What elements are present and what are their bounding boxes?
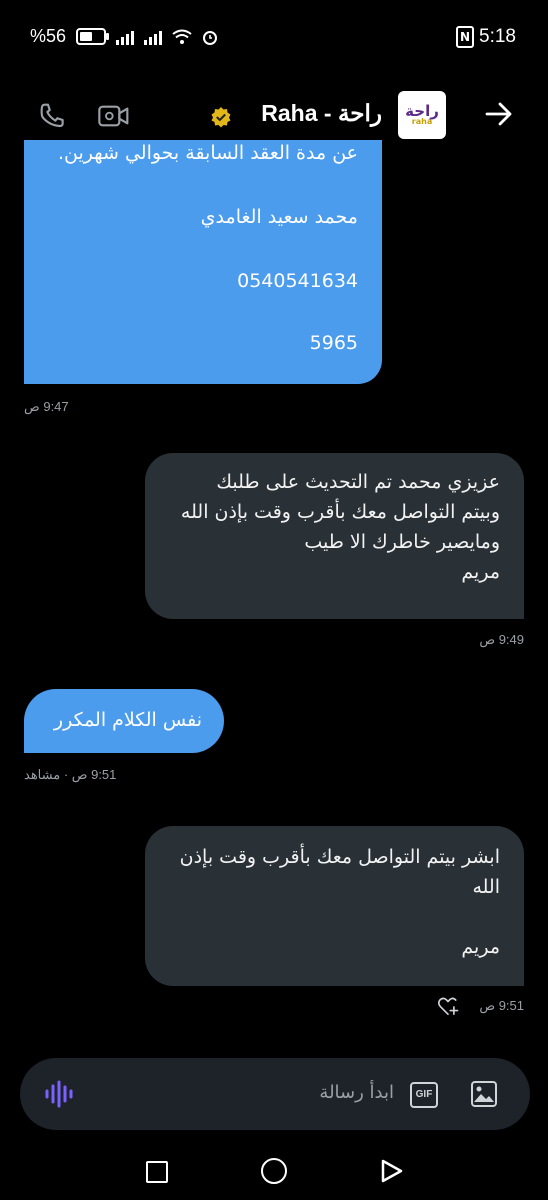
logo-text: راحة <box>405 102 439 120</box>
voice-message-icon[interactable] <box>44 1080 74 1108</box>
status-left: %56 <box>30 26 218 47</box>
signal-icon <box>116 29 135 45</box>
message-text: 5965 <box>309 332 358 354</box>
phone-icon[interactable] <box>36 100 68 132</box>
message-bubble-outgoing[interactable]: عزيزي محمد تم التحديث على طلبك وبيتم الت… <box>145 453 524 619</box>
message-text: ابشر بيتم التواصل معك بأقرب وقت بإذن الل… <box>179 846 500 958</box>
message-time: 9:49 ص <box>479 632 524 647</box>
chat-title[interactable]: Raha - راحة <box>261 100 382 127</box>
message-composer[interactable]: ابدأ رسالة GIF <box>20 1058 530 1130</box>
forward-arrow-icon[interactable] <box>484 100 514 128</box>
signal-icon-2 <box>144 29 163 45</box>
react-heart-icon[interactable] <box>437 996 459 1016</box>
verified-badge-icon <box>211 107 231 128</box>
video-icon[interactable] <box>96 100 132 132</box>
gif-icon[interactable]: GIF <box>410 1082 438 1108</box>
battery-percent: %56 <box>30 26 67 46</box>
business-logo[interactable]: راحة raha <box>398 91 446 139</box>
message-time: 9:51 ص · مشاهد <box>24 767 117 782</box>
chat-header: Raha - راحة <box>0 86 548 146</box>
message-text: نفس الكلام المكرر <box>53 709 202 731</box>
battery-icon <box>76 28 110 45</box>
message-time: 9:47 ص <box>24 399 69 414</box>
message-time: 9:51 ص <box>479 998 524 1013</box>
status-bar: %56 N 5:18 <box>0 0 548 74</box>
status-time: 5:18 <box>479 26 516 47</box>
message-bubble-outgoing[interactable]: ابشر بيتم التواصل معك بأقرب وقت بإذن الل… <box>145 826 524 986</box>
wifi-icon <box>172 29 192 44</box>
alarm-icon <box>203 30 218 45</box>
logo-subtext: raha <box>411 117 433 126</box>
system-nav-bar <box>0 1140 548 1200</box>
nfc-icon: N <box>456 26 474 48</box>
recents-button[interactable] <box>146 1161 168 1183</box>
message-text: 0540541634 <box>237 270 358 292</box>
message-bubble-incoming[interactable]: عن مدة العقد السابقة بحوالي شهرين. محمد … <box>24 140 382 384</box>
message-text: عن مدة العقد السابقة بحوالي شهرين. <box>57 142 358 164</box>
message-input[interactable]: ابدأ رسالة <box>319 1082 394 1103</box>
message-bubble-incoming[interactable]: نفس الكلام المكرر <box>24 689 224 753</box>
back-triangle-icon[interactable] <box>380 1158 404 1184</box>
home-button[interactable] <box>261 1158 287 1184</box>
image-icon[interactable] <box>470 1080 498 1108</box>
message-text: عزيزي محمد تم التحديث على طلبك وبيتم الت… <box>180 471 500 583</box>
message-text: محمد سعيد الغامدي <box>200 206 358 228</box>
